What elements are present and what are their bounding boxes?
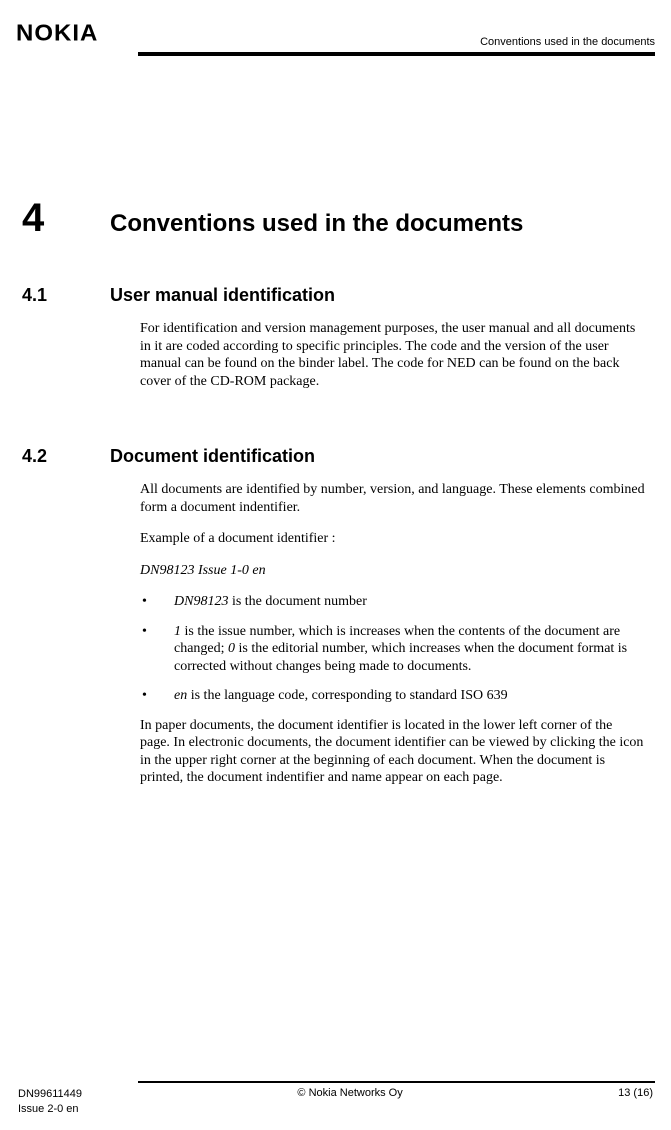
footer-copyright: © Nokia Networks Oy	[297, 1087, 402, 1116]
bullet-icon: •	[140, 623, 174, 676]
footer-rule	[138, 1081, 655, 1083]
running-title: Conventions used in the documents	[480, 36, 655, 48]
footer-doc-id: DN99611449 Issue 2-0 en	[18, 1087, 82, 1116]
list-item-text: DN98123 is the document number	[174, 593, 645, 611]
list-item: • en is the language code, corresponding…	[140, 687, 645, 705]
footer-page-number: 13 (16)	[618, 1087, 653, 1116]
document-identifier-example: DN98123 Issue 1-0 en	[140, 562, 645, 580]
nokia-logo: NOKIA	[16, 21, 98, 48]
list-item: • 1 is the issue number, which is increa…	[140, 623, 645, 676]
section-number: 4.2	[16, 446, 110, 467]
list-item: • DN98123 is the document number	[140, 593, 645, 611]
section-heading: 4.2 Document identification	[16, 446, 655, 467]
section-title: Document identification	[110, 446, 315, 467]
bullet-icon: •	[140, 687, 174, 705]
page-content: 4 Conventions used in the documents 4.1 …	[16, 56, 655, 1081]
list-item-text: en is the language code, corresponding t…	[174, 687, 645, 705]
page-footer: DN99611449 Issue 2-0 en © Nokia Networks…	[16, 1087, 655, 1120]
chapter-heading: 4 Conventions used in the documents	[16, 196, 655, 241]
body-paragraph: All documents are identified by number, …	[140, 481, 645, 516]
page-header: NOKIA Conventions used in the documents	[16, 20, 655, 50]
section-heading: 4.1 User manual identification	[16, 285, 655, 306]
footer-issue: Issue 2-0 en	[18, 1102, 82, 1116]
chapter-number: 4	[16, 196, 110, 241]
list-item-text: 1 is the issue number, which is increase…	[174, 623, 645, 676]
section-number: 4.1	[16, 285, 110, 306]
chapter-title: Conventions used in the documents	[110, 210, 523, 238]
body-paragraph: Example of a document identifier :	[140, 530, 645, 548]
body-paragraph: In paper documents, the document identif…	[140, 717, 645, 787]
body-paragraph: For identification and version managemen…	[140, 320, 645, 390]
bullet-icon: •	[140, 593, 174, 611]
footer-doc-code: DN99611449	[18, 1087, 82, 1101]
section-title: User manual identification	[110, 285, 335, 306]
